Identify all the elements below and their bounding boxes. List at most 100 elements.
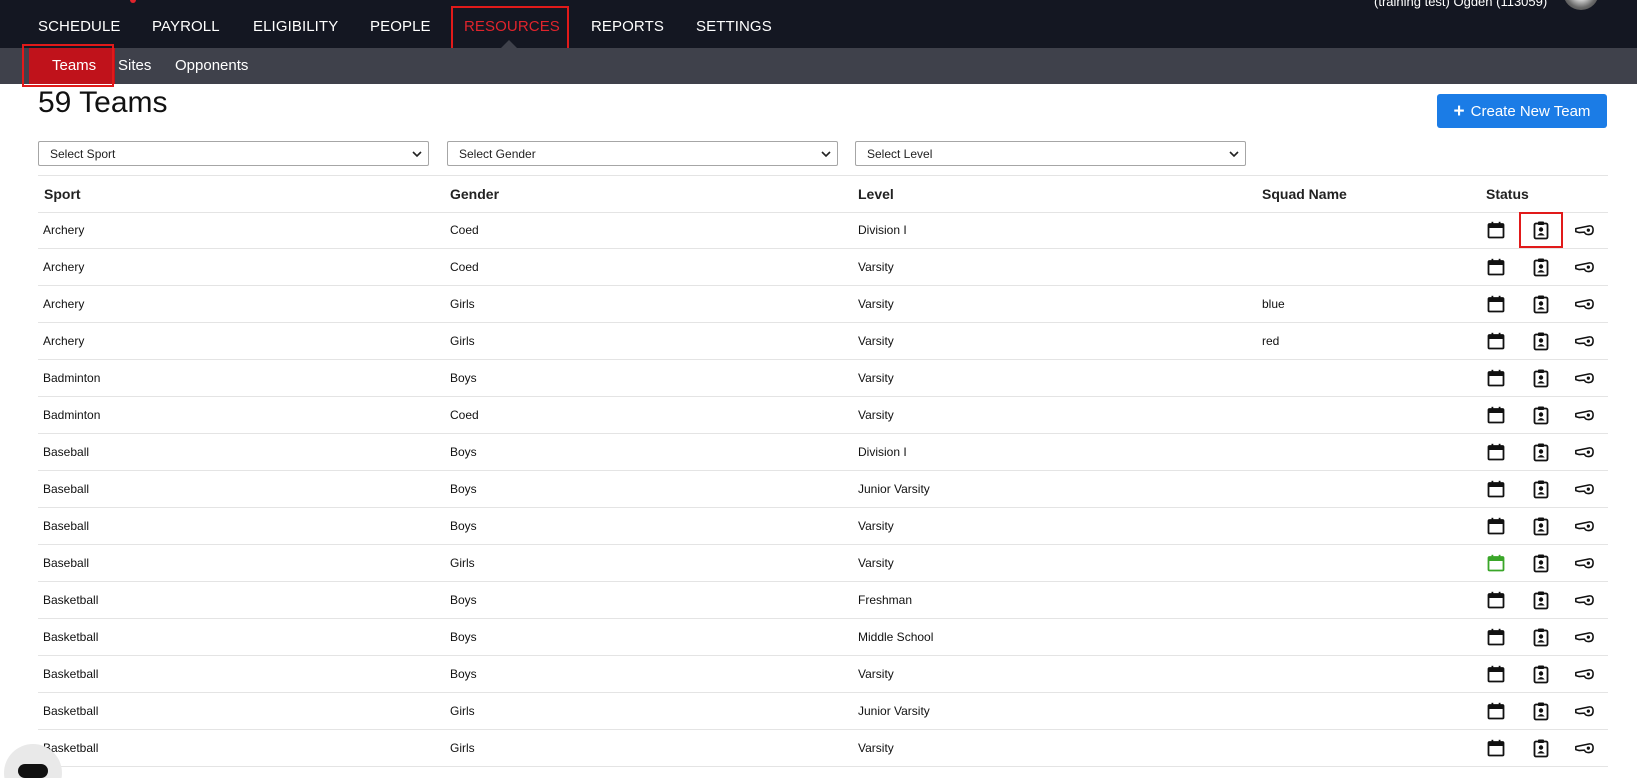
sport-select[interactable]: Select Sport: [38, 141, 429, 166]
tab-opponents[interactable]: Opponents: [175, 57, 248, 74]
cell-sport: Archery: [43, 223, 85, 237]
plus-icon: +: [1453, 100, 1465, 122]
whistle-icon[interactable]: [1574, 220, 1596, 240]
calendar-icon[interactable]: [1486, 220, 1506, 240]
whistle-icon[interactable]: [1574, 590, 1596, 610]
whistle-icon[interactable]: [1574, 664, 1596, 684]
cell-sport: Basketball: [43, 630, 99, 644]
level-select[interactable]: Select Level: [855, 141, 1246, 166]
cell-level: Varsity: [858, 556, 894, 570]
nav-settings[interactable]: SETTINGS: [696, 18, 772, 35]
calendar-icon[interactable]: [1486, 701, 1506, 721]
sub-navigation-bar: Teams Sites Opponents: [0, 48, 1637, 84]
clipboard-person-icon[interactable]: [1531, 331, 1551, 351]
clipboard-person-icon[interactable]: [1531, 479, 1551, 499]
tab-teams[interactable]: Teams: [52, 57, 96, 74]
cell-level: Junior Varsity: [858, 704, 930, 718]
whistle-icon[interactable]: [1574, 553, 1596, 573]
table-row[interactable]: Badminton Boys Varsity: [38, 360, 1608, 397]
calendar-icon[interactable]: [1486, 516, 1506, 536]
whistle-icon[interactable]: [1574, 516, 1596, 536]
column-header-squad-name: Squad Name: [1262, 186, 1347, 202]
clipboard-person-icon[interactable]: [1531, 738, 1551, 758]
clipboard-person-icon[interactable]: [1531, 516, 1551, 536]
calendar-icon[interactable]: [1486, 331, 1506, 351]
column-header-gender: Gender: [450, 186, 500, 202]
cell-sport: Archery: [43, 297, 85, 311]
calendar-icon[interactable]: [1486, 553, 1506, 573]
column-header-level: Level: [858, 186, 894, 202]
cell-level: Varsity: [858, 408, 894, 422]
clipboard-person-icon[interactable]: [1531, 257, 1551, 277]
cell-sport: Baseball: [43, 482, 90, 496]
calendar-icon[interactable]: [1486, 590, 1506, 610]
clipboard-person-icon[interactable]: [1531, 294, 1551, 314]
table-row[interactable]: Baseball Girls Varsity: [38, 545, 1608, 582]
whistle-icon[interactable]: [1574, 257, 1596, 277]
table-row[interactable]: Archery Coed Division I: [38, 212, 1608, 249]
calendar-icon[interactable]: [1486, 294, 1506, 314]
table-row[interactable]: Archery Coed Varsity: [38, 249, 1608, 286]
cell-level: Varsity: [858, 371, 894, 385]
calendar-icon[interactable]: [1486, 368, 1506, 388]
whistle-icon[interactable]: [1574, 479, 1596, 499]
whistle-icon[interactable]: [1574, 331, 1596, 351]
whistle-icon[interactable]: [1574, 627, 1596, 647]
nav-eligibility[interactable]: ELIGIBILITY: [253, 18, 338, 35]
calendar-icon[interactable]: [1486, 442, 1506, 462]
user-account-label[interactable]: (training test) Ogden (113059): [1374, 0, 1547, 9]
clipboard-person-icon[interactable]: [1531, 627, 1551, 647]
whistle-icon[interactable]: [1574, 701, 1596, 721]
table-row[interactable]: Basketball Boys Middle School: [38, 619, 1608, 656]
nav-resources[interactable]: RESOURCES: [464, 18, 560, 35]
create-new-team-button[interactable]: + Create New Team: [1437, 94, 1607, 128]
table-row[interactable]: Baseball Boys Varsity: [38, 508, 1608, 545]
cell-gender: Girls: [450, 741, 475, 755]
table-row[interactable]: Baseball Boys Junior Varsity: [38, 471, 1608, 508]
top-navigation-bar: SCHEDULE PAYROLL ELIGIBILITY PEOPLE RESO…: [0, 0, 1637, 48]
tab-sites[interactable]: Sites: [118, 57, 151, 74]
table-row[interactable]: Basketball Boys Freshman: [38, 582, 1608, 619]
table-row[interactable]: Baseball Boys Division I: [38, 434, 1608, 471]
nav-schedule[interactable]: SCHEDULE: [38, 18, 121, 35]
cell-gender: Boys: [450, 519, 477, 533]
clipboard-person-icon[interactable]: [1531, 442, 1551, 462]
calendar-icon[interactable]: [1486, 479, 1506, 499]
cell-level: Varsity: [858, 297, 894, 311]
gender-select-value: Select Gender: [459, 147, 536, 161]
clipboard-person-icon[interactable]: [1531, 590, 1551, 610]
column-header-sport: Sport: [44, 186, 81, 202]
table-row[interactable]: Badminton Coed Varsity: [38, 397, 1608, 434]
clipboard-person-icon[interactable]: [1531, 220, 1551, 240]
whistle-icon[interactable]: [1574, 442, 1596, 462]
gender-select[interactable]: Select Gender: [447, 141, 838, 166]
cell-gender: Boys: [450, 445, 477, 459]
calendar-icon[interactable]: [1486, 664, 1506, 684]
whistle-icon[interactable]: [1574, 738, 1596, 758]
table-row[interactable]: Basketball Boys Varsity: [38, 656, 1608, 693]
clipboard-person-icon[interactable]: [1531, 664, 1551, 684]
calendar-icon[interactable]: [1486, 405, 1506, 425]
clipboard-person-icon[interactable]: [1531, 701, 1551, 721]
cell-level: Varsity: [858, 519, 894, 533]
nav-people[interactable]: PEOPLE: [370, 18, 431, 35]
nav-reports[interactable]: REPORTS: [591, 18, 664, 35]
whistle-icon[interactable]: [1574, 294, 1596, 314]
calendar-icon[interactable]: [1486, 738, 1506, 758]
table-row[interactable]: Archery Girls Varsity blue: [38, 286, 1608, 323]
whistle-icon[interactable]: [1574, 405, 1596, 425]
table-row[interactable]: Basketball Girls Junior Varsity: [38, 693, 1608, 730]
table-row[interactable]: Basketball Girls Varsity: [38, 730, 1608, 767]
nav-payroll[interactable]: PAYROLL: [152, 18, 220, 35]
clipboard-person-icon[interactable]: [1531, 405, 1551, 425]
calendar-icon[interactable]: [1486, 257, 1506, 277]
calendar-icon[interactable]: [1486, 627, 1506, 647]
cell-sport: Basketball: [43, 593, 99, 607]
avatar[interactable]: [1563, 0, 1599, 10]
clipboard-person-icon[interactable]: [1531, 553, 1551, 573]
cell-level: Varsity: [858, 260, 894, 274]
whistle-icon[interactable]: [1574, 368, 1596, 388]
table-row[interactable]: Archery Girls Varsity red: [38, 323, 1608, 360]
create-new-team-label: Create New Team: [1470, 102, 1591, 120]
clipboard-person-icon[interactable]: [1531, 368, 1551, 388]
